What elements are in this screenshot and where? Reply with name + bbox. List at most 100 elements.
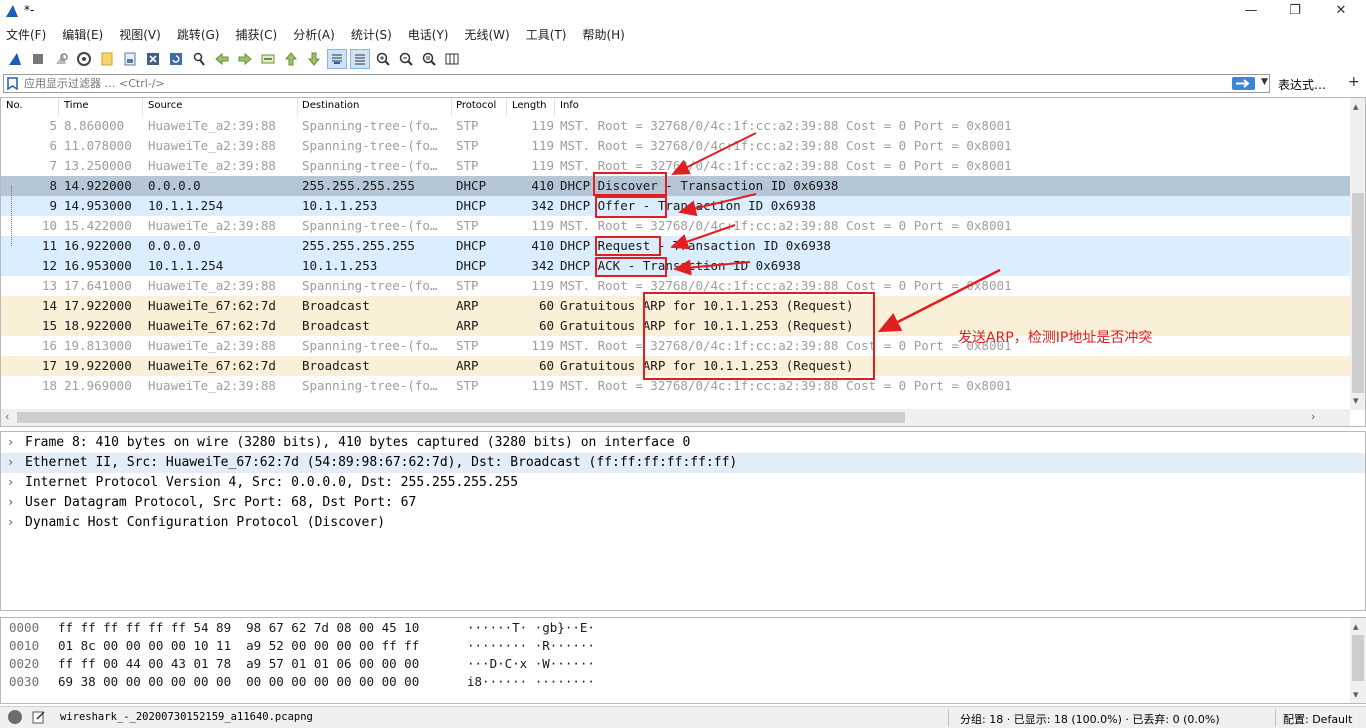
menu-tools[interactable]: 工具(T) (526, 24, 567, 44)
detail-tree-label: Dynamic Host Configuration Protocol (Dis… (25, 515, 386, 530)
autoscroll-icon[interactable] (327, 49, 347, 69)
add-filter-button[interactable]: + (1348, 74, 1360, 90)
bookmark-icon[interactable] (7, 77, 18, 90)
go-first-icon[interactable] (281, 49, 301, 69)
save-file-icon[interactable] (120, 49, 140, 69)
edit-comment-icon[interactable] (32, 710, 46, 727)
scroll-down-icon[interactable]: ▾ (1353, 394, 1359, 407)
chevron-right-icon[interactable]: › (7, 455, 14, 469)
menu-view[interactable]: 视图(V) (119, 24, 161, 44)
scroll-up-icon[interactable]: ▴ (1353, 620, 1359, 633)
column-source[interactable]: Source (148, 100, 182, 111)
packet-row[interactable]: 7 13.250000 HuaweiTe_a2:39:88 Spanning-tree… (1, 156, 1350, 176)
find-icon[interactable] (189, 49, 209, 69)
column-divider[interactable] (142, 98, 143, 116)
column-divider[interactable] (58, 98, 59, 116)
menu-help[interactable]: 帮助(H) (582, 24, 624, 44)
packet-row[interactable]: 12 16.953000 10.1.1.254 10.1.1.253 DHCP 342 DH… (1, 256, 1350, 276)
column-no[interactable]: No. (6, 100, 23, 111)
chevron-right-icon[interactable]: › (7, 475, 14, 489)
packet-protocol: STP (456, 378, 479, 393)
zoom-in-icon[interactable] (373, 49, 393, 69)
go-last-icon[interactable] (304, 49, 324, 69)
column-time[interactable]: Time (64, 100, 88, 111)
bytes-vertical-scrollbar[interactable]: ▴ ▾ (1350, 618, 1366, 703)
scroll-down-icon[interactable]: ▾ (1353, 688, 1359, 701)
detail-tree-label: Internet Protocol Version 4, Src: 0.0.0.… (25, 475, 519, 490)
scrollbar-thumb[interactable] (1352, 635, 1364, 681)
go-to-packet-icon[interactable] (258, 49, 278, 69)
scroll-right-icon[interactable]: › (1311, 410, 1315, 423)
chevron-right-icon[interactable]: › (7, 495, 14, 509)
packet-destination: Spanning-tree-(fo… (302, 338, 438, 353)
highlight-box-offer (595, 196, 667, 218)
packet-list-vertical-scrollbar[interactable]: ▴ ▾ (1350, 98, 1365, 410)
chevron-right-icon[interactable]: › (7, 435, 14, 449)
minimize-button[interactable]: — (1228, 0, 1274, 22)
menu-wireless[interactable]: 无线(W) (465, 24, 510, 44)
apply-filter-button[interactable] (1232, 77, 1255, 90)
menu-analyze[interactable]: 分析(A) (293, 24, 335, 44)
capture-options-icon[interactable] (74, 49, 94, 69)
reload-icon[interactable] (166, 49, 186, 69)
close-file-icon[interactable] (143, 49, 163, 69)
restart-icon[interactable] (51, 49, 71, 69)
column-destination[interactable]: Destination (302, 100, 359, 111)
menu-statistics[interactable]: 统计(S) (351, 24, 392, 44)
detail-tree-item[interactable]: › Ethernet II, Src: HuaweiTe_67:62:7d (54… (1, 453, 1365, 473)
open-file-icon[interactable] (97, 49, 117, 69)
column-protocol[interactable]: Protocol (456, 100, 496, 111)
close-button[interactable]: ✕ (1318, 0, 1364, 22)
packet-row[interactable]: 9 14.953000 10.1.1.254 10.1.1.253 DHCP 342 DHC… (1, 196, 1350, 216)
profile-label[interactable]: 配置: Default (1283, 711, 1352, 727)
menu-file[interactable]: 文件(F) (6, 24, 46, 44)
packet-number: 5 (49, 118, 57, 133)
go-back-icon[interactable] (212, 49, 232, 69)
scrollbar-thumb[interactable] (1352, 193, 1364, 393)
resize-columns-icon[interactable] (442, 49, 462, 69)
main-toolbar (0, 46, 1366, 72)
display-filter-input[interactable] (24, 76, 1204, 91)
colorize-icon[interactable] (350, 49, 370, 69)
maximize-button[interactable]: ❐ (1272, 0, 1318, 22)
scrollbar-thumb[interactable] (17, 412, 905, 423)
scroll-up-icon[interactable]: ▴ (1353, 100, 1359, 113)
menu-edit[interactable]: 编辑(E) (62, 24, 103, 44)
shark-fin-start-icon[interactable] (5, 49, 25, 69)
packet-row[interactable]: 6 11.078000 HuaweiTe_a2:39:88 Spanning-tree… (1, 136, 1350, 156)
menu-telephony[interactable]: 电话(Y) (408, 24, 449, 44)
column-info[interactable]: Info (560, 100, 579, 111)
packet-length: 119 (531, 378, 554, 393)
menu-capture[interactable]: 捕获(C) (235, 24, 277, 44)
column-divider[interactable] (297, 98, 298, 116)
packet-time: 17.641000 (64, 278, 132, 293)
zoom-normal-icon[interactable] (419, 49, 439, 69)
packet-row[interactable]: 5 8.860000 HuaweiTe_a2:39:88 Spanning-tree-… (1, 116, 1350, 136)
byte-ascii: ···D·C·x ·W······ (467, 656, 595, 671)
detail-tree-item[interactable]: › User Datagram Protocol, Src Port: 68, D… (1, 493, 1365, 513)
column-divider[interactable] (451, 98, 452, 116)
packet-list-header: No. Time Source Destination Protocol Len… (1, 98, 1365, 116)
zoom-out-icon[interactable] (396, 49, 416, 69)
packet-row[interactable]: 8 14.922000 0.0.0.0 255.255.255.255 DHCP 410 D… (1, 176, 1350, 196)
go-forward-icon[interactable] (235, 49, 255, 69)
expert-info-icon[interactable] (8, 710, 22, 724)
column-divider[interactable] (554, 98, 555, 116)
menu-go[interactable]: 跳转(G) (177, 24, 220, 44)
packet-list-horizontal-scrollbar[interactable]: ‹ › (1, 409, 1350, 426)
detail-tree-item[interactable]: › Frame 8: 410 bytes on wire (3280 bits),… (1, 433, 1365, 453)
packet-number: 17 (41, 358, 57, 373)
detail-tree-label: Frame 8: 410 bytes on wire (3280 bits), … (25, 435, 691, 450)
chevron-down-icon[interactable]: ▼ (1261, 77, 1268, 87)
chevron-right-icon[interactable]: › (7, 515, 14, 529)
column-length[interactable]: Length (512, 100, 547, 111)
packet-row[interactable]: 10 15.422000 HuaweiTe_a2:39:88 Spanning-tre… (1, 216, 1350, 236)
detail-tree-item[interactable]: › Dynamic Host Configuration Protocol (Di… (1, 513, 1365, 533)
detail-tree-item[interactable]: › Internet Protocol Version 4, Src: 0.0.0… (1, 473, 1365, 493)
expression-button[interactable]: 表达式… (1278, 76, 1326, 93)
menu-bar: 文件(F) 编辑(E) 视图(V) 跳转(G) 捕获(C) 分析(A) 统计(S… (0, 24, 1366, 44)
stop-icon[interactable] (28, 49, 48, 69)
scroll-left-icon[interactable]: ‹ (5, 410, 9, 423)
column-divider[interactable] (506, 98, 507, 116)
packet-row[interactable]: 11 16.922000 0.0.0.0 255.255.255.255 DHCP 410… (1, 236, 1350, 256)
